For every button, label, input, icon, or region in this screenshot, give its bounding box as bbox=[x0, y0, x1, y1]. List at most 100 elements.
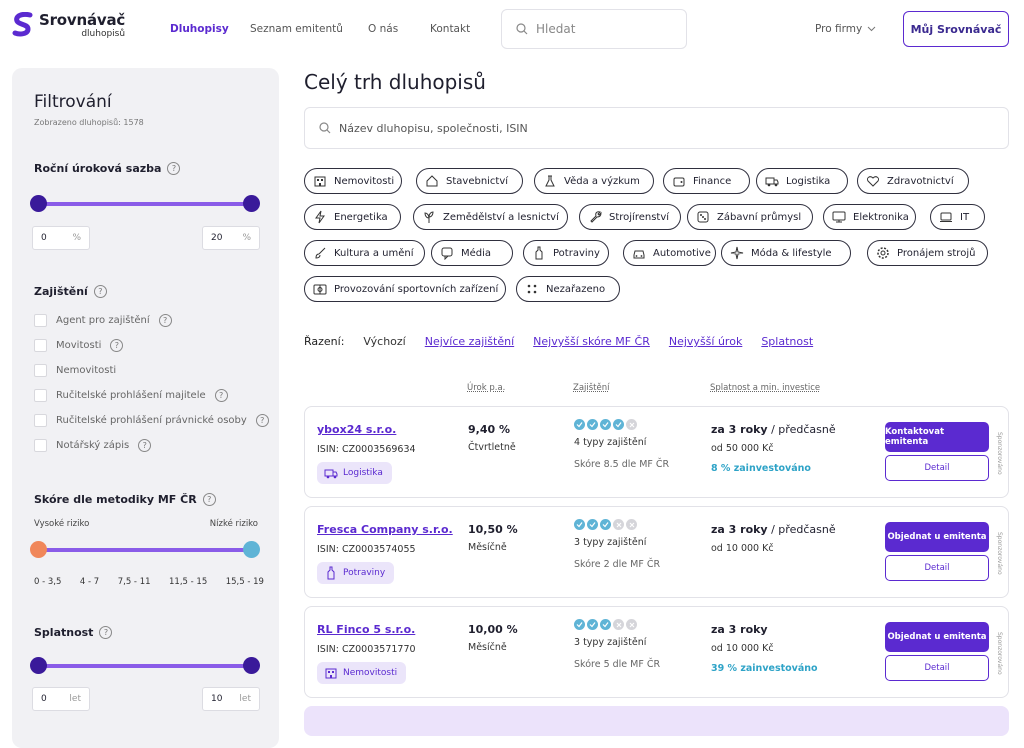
checkbox[interactable] bbox=[34, 439, 47, 452]
bond-sector-tag: Logistika bbox=[317, 462, 392, 484]
sector-chip[interactable]: Automotive bbox=[623, 240, 716, 266]
bond-guarantee-types: 3 typy zajištění bbox=[574, 637, 647, 648]
rate-max-input[interactable]: 20 % bbox=[202, 226, 260, 250]
sector-chip[interactable]: Energetika bbox=[304, 204, 401, 230]
bond-cta-button[interactable]: Objednat u emitenta bbox=[885, 622, 989, 652]
help-icon[interactable]: ? bbox=[214, 389, 228, 402]
help-icon[interactable]: ? bbox=[255, 414, 269, 427]
sector-chip[interactable]: Móda & lifestyle bbox=[721, 240, 851, 266]
guarantee-option[interactable]: Movitosti? bbox=[34, 339, 124, 352]
maturity-slider[interactable] bbox=[30, 657, 260, 674]
sort-highest-score[interactable]: Nejvyšší skóre MF ČR bbox=[533, 335, 650, 348]
bond-detail-button[interactable]: Detail bbox=[885, 455, 989, 481]
rate-slider-max-handle[interactable] bbox=[243, 195, 260, 212]
column-header-rate[interactable]: Úrok p.a. bbox=[467, 383, 505, 393]
score-title: Skóre dle metodiky MF ČR bbox=[34, 493, 197, 506]
header-search-input[interactable]: Hledat bbox=[501, 9, 687, 49]
sector-chip[interactable]: Elektronika bbox=[823, 204, 916, 230]
sort-highest-rate[interactable]: Nejvyšší úrok bbox=[669, 335, 742, 348]
help-icon[interactable]: ? bbox=[93, 285, 107, 298]
maturity-slider-max-handle[interactable] bbox=[243, 657, 260, 674]
bond-issuer-link[interactable]: ybox24 s.r.o. bbox=[317, 423, 396, 436]
sector-chip[interactable]: Logistika bbox=[756, 168, 848, 194]
nav-kontakt[interactable]: Kontakt bbox=[430, 23, 470, 35]
bond-search-input[interactable]: Název dluhopisu, společnosti, ISIN bbox=[304, 107, 1009, 149]
bond-rate: 10,50 % bbox=[468, 523, 518, 536]
sector-chip[interactable]: Nemovitosti bbox=[304, 168, 402, 194]
score-tick: 0 - 3,5 bbox=[34, 577, 62, 587]
sector-chip[interactable]: Pronájem strojů bbox=[867, 240, 988, 266]
rate-max-value: 20 bbox=[211, 233, 223, 243]
help-icon[interactable]: ? bbox=[167, 162, 181, 175]
chip-icon-wrap bbox=[588, 210, 602, 224]
help-icon[interactable]: ? bbox=[138, 439, 152, 452]
checkbox[interactable] bbox=[34, 389, 47, 402]
nav-dluhopisy[interactable]: Dluhopisy bbox=[170, 23, 229, 35]
help-icon[interactable]: ? bbox=[99, 626, 113, 639]
chip-icon-wrap bbox=[765, 174, 779, 188]
bond-issuer-link[interactable]: RL Finco 5 s.r.o. bbox=[317, 623, 415, 636]
cross-icon bbox=[613, 519, 624, 530]
help-icon[interactable]: ? bbox=[202, 493, 216, 506]
sort-most-guarantee[interactable]: Nejvíce zajištění bbox=[425, 335, 514, 348]
guarantee-option[interactable]: Ručitelské prohlášení právnické osoby? bbox=[34, 414, 269, 427]
rate-slider-min-handle[interactable] bbox=[30, 195, 47, 212]
sector-chip[interactable]: Zemědělství a lesnictví bbox=[413, 204, 568, 230]
sector-chip[interactable]: Zdravotnictví bbox=[857, 168, 969, 194]
maturity-slider-min-handle[interactable] bbox=[30, 657, 47, 674]
sector-chip[interactable]: Věda a výzkum bbox=[534, 168, 654, 194]
nav-seznam-emitentu[interactable]: Seznam emitentů bbox=[250, 23, 343, 35]
bond-cta-button[interactable]: Kontaktovat emitenta bbox=[885, 422, 989, 452]
sector-chip[interactable]: Zábavní průmysl bbox=[687, 204, 813, 230]
guarantee-option[interactable]: Notářský zápis? bbox=[34, 439, 152, 452]
help-icon[interactable]: ? bbox=[158, 314, 172, 327]
guarantee-option[interactable]: Nemovitosti bbox=[34, 364, 116, 377]
bond-guarantee-types: 3 typy zajištění bbox=[574, 537, 647, 548]
my-srovnavac-button[interactable]: Můj Srovnávač bbox=[903, 11, 1009, 47]
sector-chip[interactable]: Kultura a umění bbox=[304, 240, 425, 266]
sector-chip[interactable]: Finance bbox=[663, 168, 750, 194]
sort-maturity[interactable]: Splatnost bbox=[761, 335, 813, 348]
sector-chip[interactable]: Provozování sportovních zařízení bbox=[304, 276, 506, 302]
bond-cta-button[interactable]: Objednat u emitenta bbox=[885, 522, 989, 552]
checkbox[interactable] bbox=[34, 339, 47, 352]
score-slider-max-handle[interactable] bbox=[243, 541, 260, 558]
sector-chip[interactable]: Strojírenství bbox=[579, 204, 681, 230]
sector-chip[interactable]: Potraviny bbox=[523, 240, 609, 266]
pro-firmy-dropdown[interactable]: Pro firmy bbox=[815, 23, 876, 35]
bond-issuer-link[interactable]: Fresca Company s.r.o. bbox=[317, 523, 453, 536]
rate-min-input[interactable]: 0 % bbox=[32, 226, 90, 250]
guarantee-dots bbox=[574, 519, 637, 530]
maturity-min-input[interactable]: 0 let bbox=[32, 687, 90, 711]
bond-detail-button[interactable]: Detail bbox=[885, 555, 989, 581]
checkbox[interactable] bbox=[34, 314, 47, 327]
column-header-maturity[interactable]: Splatnost a min. investice bbox=[710, 383, 820, 393]
bond-maturity-value: za 3 roky bbox=[711, 523, 768, 536]
sector-chip[interactable]: Média bbox=[431, 240, 513, 266]
pro-firmy-label: Pro firmy bbox=[815, 23, 863, 35]
sort-default[interactable]: Výchozí bbox=[363, 335, 405, 348]
guarantee-title: Zajištění bbox=[34, 285, 88, 298]
guarantee-option-label: Movitosti bbox=[56, 340, 102, 351]
checkbox[interactable] bbox=[34, 364, 47, 377]
bond-detail-button[interactable]: Detail bbox=[885, 655, 989, 681]
guarantee-option[interactable]: Ručitelské prohlášení majitele? bbox=[34, 389, 228, 402]
guarantee-option[interactable]: Agent pro zajištění? bbox=[34, 314, 172, 327]
rate-slider[interactable] bbox=[30, 195, 260, 212]
bond-early-redemption: / předčasně bbox=[767, 423, 836, 436]
sector-chip[interactable]: Nezařazeno bbox=[516, 276, 620, 302]
column-header-guarantee[interactable]: Zajištění bbox=[573, 383, 610, 393]
sector-chip-label: Provozování sportovních zařízení bbox=[334, 283, 499, 295]
score-slider[interactable] bbox=[30, 541, 260, 558]
sponsored-label: Sponzorováno bbox=[996, 431, 1003, 475]
sector-chip[interactable]: Stavebnictví bbox=[416, 168, 523, 194]
chip-icon-wrap bbox=[313, 246, 327, 260]
nav-o-nas[interactable]: O nás bbox=[368, 23, 398, 35]
sector-chip[interactable]: IT bbox=[930, 204, 985, 230]
logo[interactable]: Srovnávač dluhopisů bbox=[12, 12, 125, 39]
rate-min-value: 0 bbox=[41, 233, 47, 243]
help-icon[interactable]: ? bbox=[110, 339, 124, 352]
checkbox[interactable] bbox=[34, 414, 47, 427]
maturity-max-input[interactable]: 10 let bbox=[202, 687, 260, 711]
score-slider-min-handle[interactable] bbox=[30, 541, 47, 558]
